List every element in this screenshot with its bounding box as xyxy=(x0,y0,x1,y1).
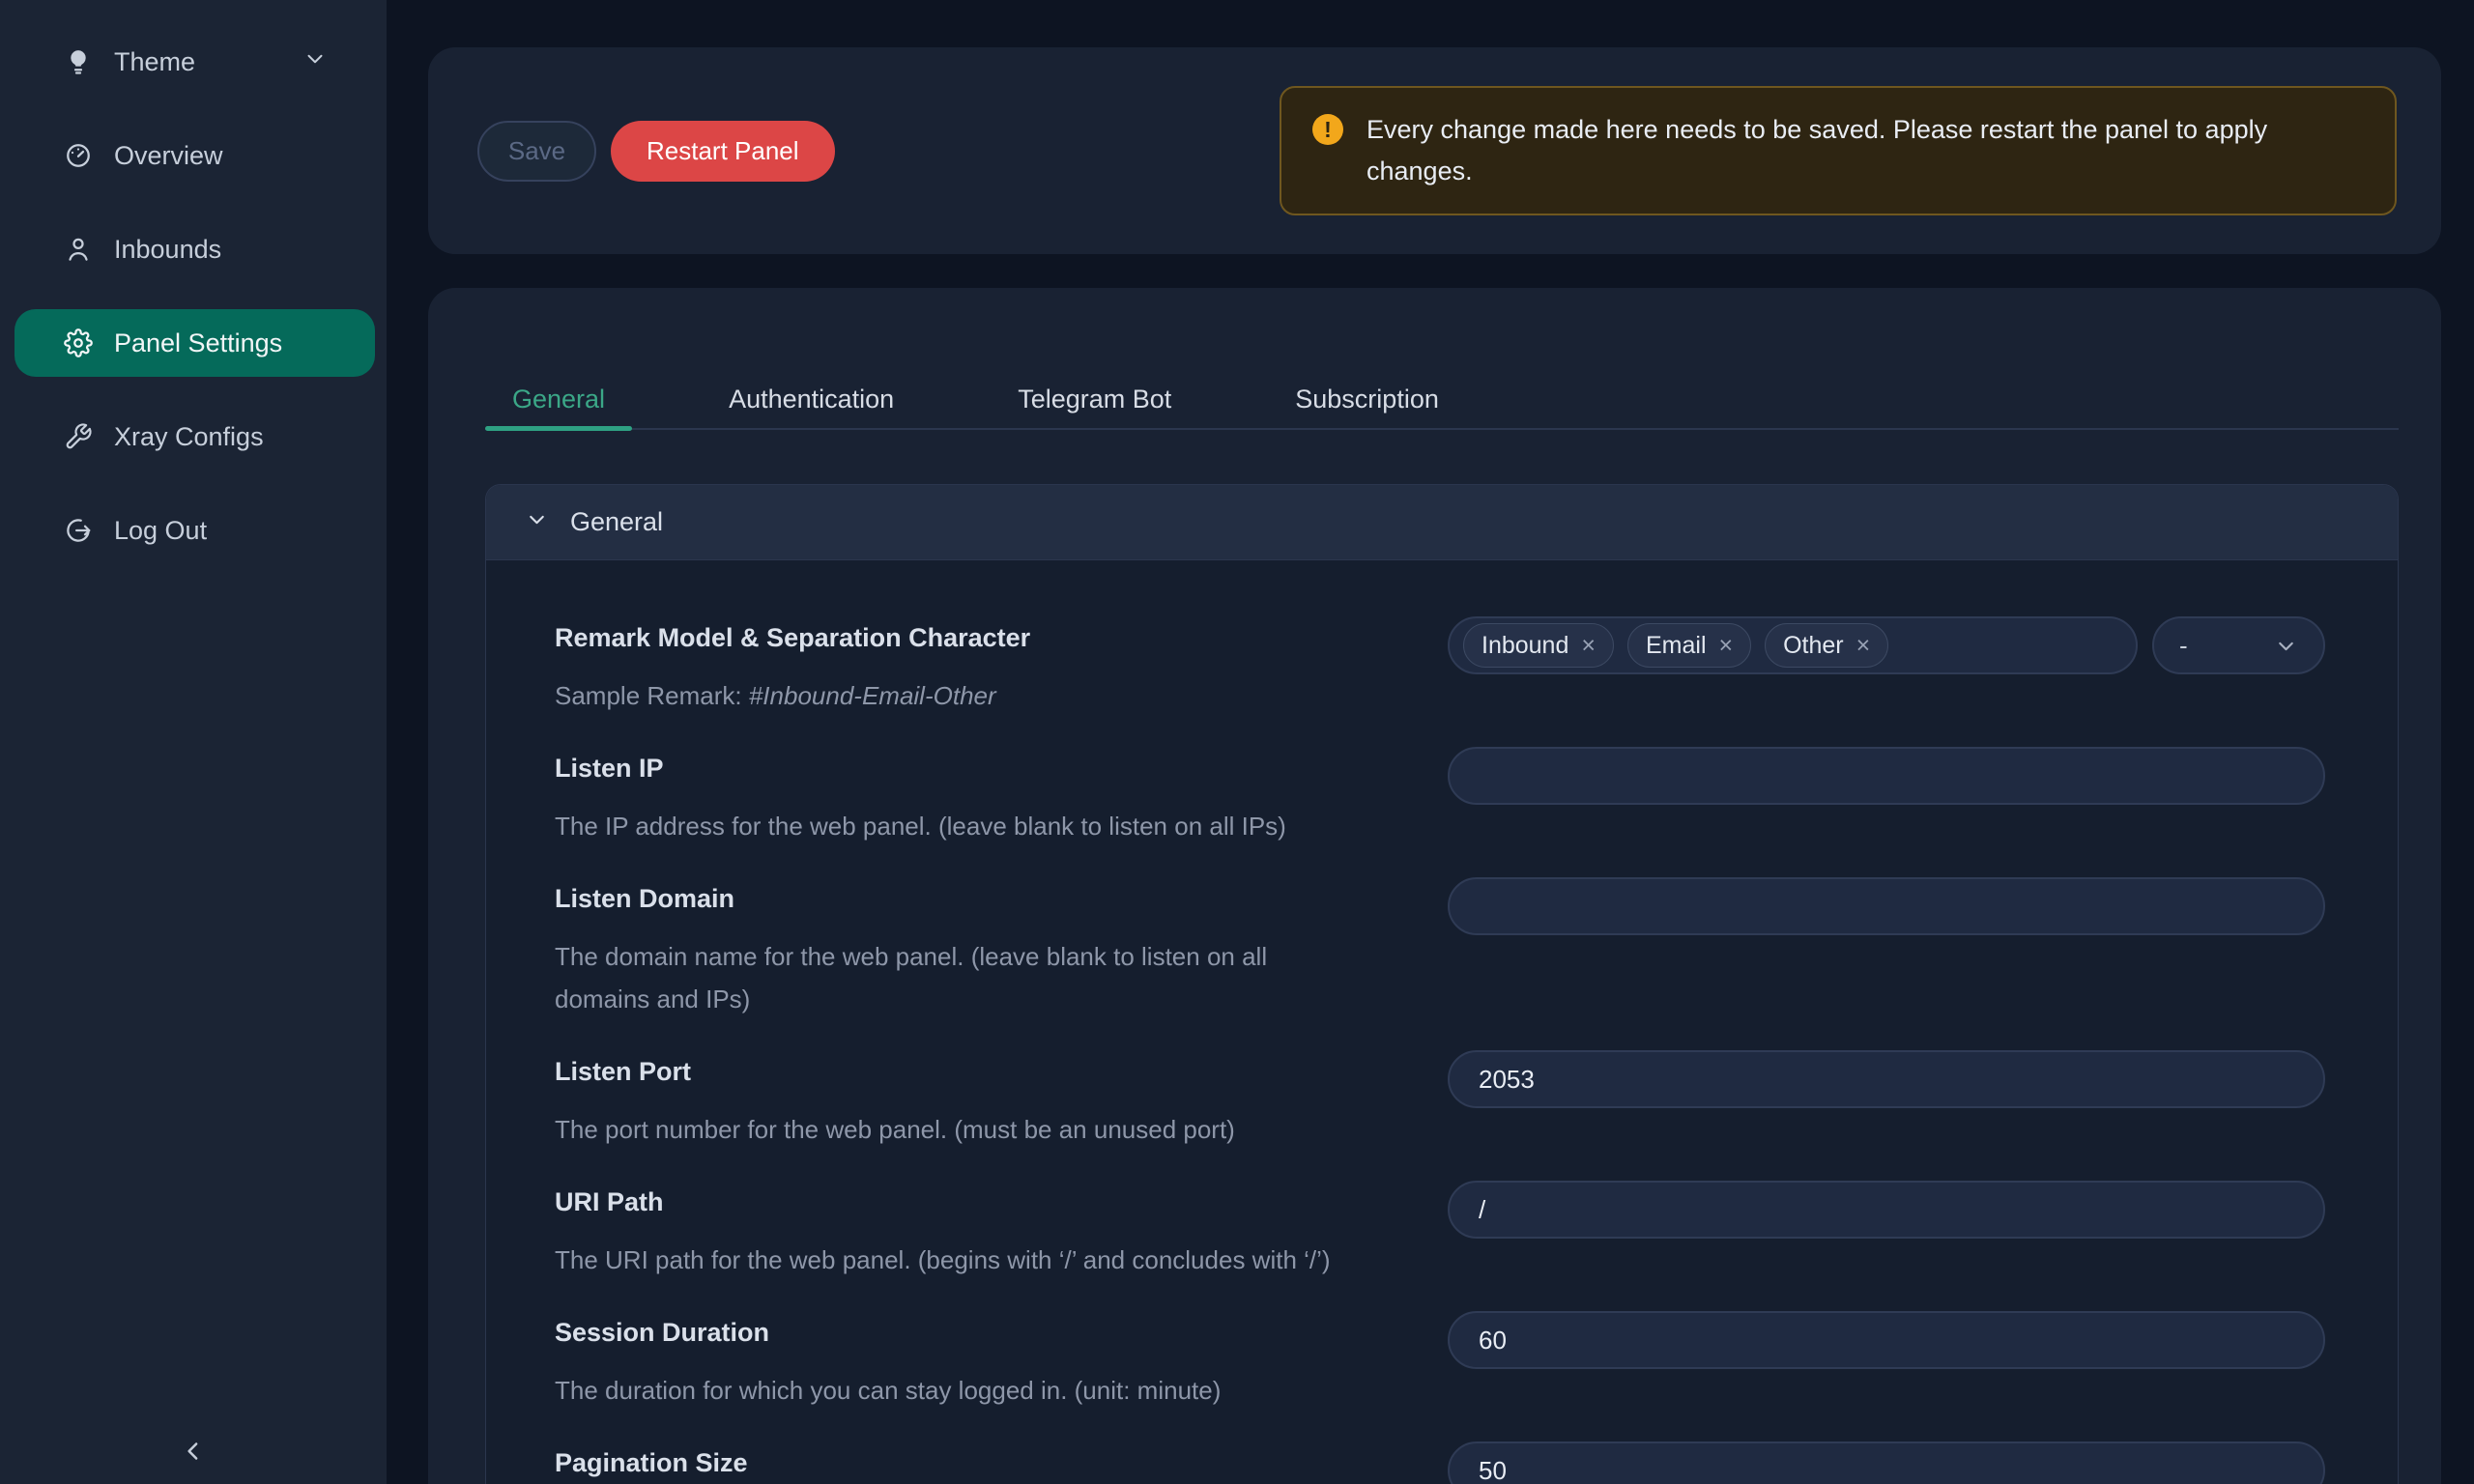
field-label: URI Path xyxy=(555,1186,1409,1217)
field-label: Session Duration xyxy=(555,1317,1409,1348)
chevron-left-icon xyxy=(179,1437,208,1470)
tag-email: Email × xyxy=(1627,623,1751,668)
field-row-remark-model: Remark Model & Separation Character Samp… xyxy=(555,622,2325,717)
field-row-listen-port: Listen Port The port number for the web … xyxy=(555,1056,2325,1151)
remove-tag-icon[interactable]: × xyxy=(1719,634,1734,658)
uri-path-input[interactable] xyxy=(1448,1181,2325,1239)
field-row-listen-domain: Listen Domain The domain name for the we… xyxy=(555,883,2325,1020)
save-button[interactable]: Save xyxy=(477,121,596,182)
chevron-down-icon xyxy=(525,507,549,538)
tag-inbound: Inbound × xyxy=(1463,623,1614,668)
field-label: Pagination Size xyxy=(555,1447,1409,1478)
gear-icon xyxy=(64,328,93,357)
tab-telegram-bot[interactable]: Telegram Bot xyxy=(991,385,1198,428)
settings-card: General Authentication Telegram Bot Subs… xyxy=(428,288,2441,1484)
field-description: The port number for the web panel. (must… xyxy=(555,1108,1409,1151)
general-section-header[interactable]: General xyxy=(486,485,2398,560)
warning-alert: ! Every change made here needs to be sav… xyxy=(1280,86,2397,215)
settings-rows: Remark Model & Separation Character Samp… xyxy=(486,560,2398,1484)
sidebar-item-log-out[interactable]: Log Out xyxy=(14,497,375,564)
tab-general[interactable]: General xyxy=(485,385,632,428)
field-label: Listen IP xyxy=(555,753,1409,784)
sidebar-item-label: Theme xyxy=(114,47,195,77)
field-description: Sample Remark: #Inbound-Email-Other xyxy=(555,674,1409,717)
sidebar-item-overview[interactable]: Overview xyxy=(14,122,375,189)
sidebar-item-label: Panel Settings xyxy=(114,328,282,358)
field-row-session-duration: Session Duration The duration for which … xyxy=(555,1317,2325,1412)
app-root: Theme Overview Inbounds Panel Settings xyxy=(0,0,2474,1484)
sidebar: Theme Overview Inbounds Panel Settings xyxy=(0,0,387,1484)
field-row-uri-path: URI Path The URI path for the web panel.… xyxy=(555,1186,2325,1281)
sidebar-item-label: Log Out xyxy=(114,516,207,546)
separator-select-value: - xyxy=(2179,631,2188,661)
field-description: The domain name for the web panel. (leav… xyxy=(555,935,1347,1020)
sidebar-item-label: Inbounds xyxy=(114,235,221,265)
field-description: The IP address for the web panel. (leave… xyxy=(555,805,1409,847)
sidebar-item-label: Xray Configs xyxy=(114,422,264,452)
field-label: Listen Port xyxy=(555,1056,1409,1087)
listen-domain-input[interactable] xyxy=(1448,877,2325,935)
sidebar-item-theme[interactable]: Theme xyxy=(14,28,375,96)
field-description: The duration for which you can stay logg… xyxy=(555,1369,1409,1412)
remark-model-multiselect[interactable]: Inbound × Email × Other × xyxy=(1448,616,2138,674)
field-row-listen-ip: Listen IP The IP address for the web pan… xyxy=(555,753,2325,847)
sidebar-item-label: Overview xyxy=(114,141,223,171)
restart-panel-button[interactable]: Restart Panel xyxy=(611,121,835,182)
sidebar-collapse-button[interactable] xyxy=(172,1432,215,1474)
field-row-pagination-size: Pagination Size xyxy=(555,1447,2325,1484)
wrench-icon xyxy=(64,422,93,451)
sidebar-item-inbounds[interactable]: Inbounds xyxy=(14,215,375,283)
session-duration-input[interactable] xyxy=(1448,1311,2325,1369)
gauge-icon xyxy=(64,141,93,170)
logout-icon xyxy=(64,516,93,545)
section-title: General xyxy=(570,507,663,537)
tab-subscription[interactable]: Subscription xyxy=(1268,385,1466,428)
exclamation-circle-icon: ! xyxy=(1312,114,1343,145)
remove-tag-icon[interactable]: × xyxy=(1581,634,1596,658)
field-label: Listen Domain xyxy=(555,883,1409,914)
tag-other: Other × xyxy=(1765,623,1888,668)
separator-select[interactable]: - xyxy=(2152,616,2325,674)
field-description: The URI path for the web panel. (begins … xyxy=(555,1239,1409,1281)
chevron-down-icon xyxy=(302,46,328,78)
listen-ip-input[interactable] xyxy=(1448,747,2325,805)
toolbar-card: Save Restart Panel ! Every change made h… xyxy=(428,47,2441,254)
main-content: Save Restart Panel ! Every change made h… xyxy=(387,0,2474,1484)
chevron-down-icon xyxy=(2274,634,2298,658)
remove-tag-icon[interactable]: × xyxy=(1856,634,1871,658)
tab-authentication[interactable]: Authentication xyxy=(702,385,921,428)
sidebar-item-xray-configs[interactable]: Xray Configs xyxy=(14,403,375,471)
tabs: General Authentication Telegram Bot Subs… xyxy=(485,288,2399,430)
person-icon xyxy=(64,235,93,264)
general-section: General Remark Model & Separation Charac… xyxy=(485,484,2399,1484)
sidebar-item-panel-settings[interactable]: Panel Settings xyxy=(14,309,375,377)
field-label: Remark Model & Separation Character xyxy=(555,622,1409,653)
lightbulb-icon xyxy=(64,47,93,76)
warning-alert-text: Every change made here needs to be saved… xyxy=(1366,109,2343,192)
pagination-size-input[interactable] xyxy=(1448,1441,2325,1484)
listen-port-input[interactable] xyxy=(1448,1050,2325,1108)
